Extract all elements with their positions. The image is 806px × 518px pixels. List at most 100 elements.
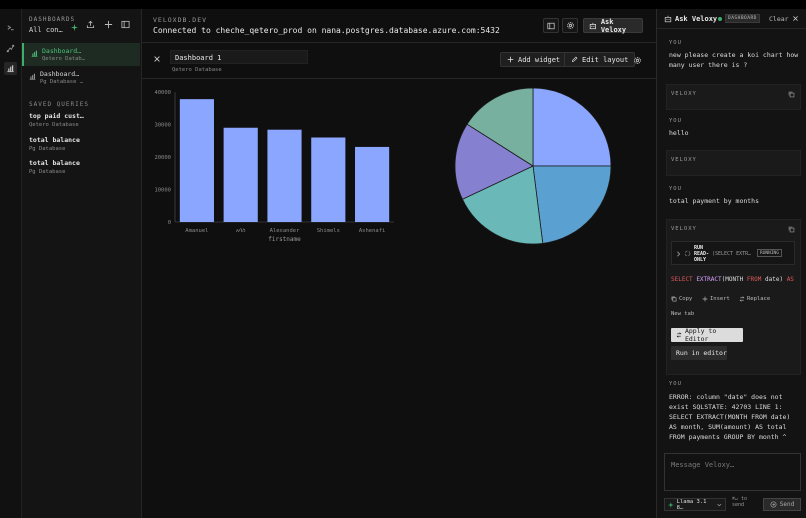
plus-icon (507, 56, 514, 63)
chat-message-user: YOU hello (666, 118, 801, 138)
ask-veloxy-panel: Ask Veloxy DASHBOARD Clear YOU new pleas… (656, 9, 806, 518)
model-select[interactable]: Llama 3.1 8… (664, 498, 726, 511)
dashboard-toolbar: Dashboard 1 Qetero Database Add widget E… (142, 43, 656, 79)
replace-button[interactable]: Replace (739, 296, 770, 302)
dashboard-item[interactable]: Dashboard… Pg Database … (22, 66, 140, 89)
pie-slice[interactable] (532, 87, 612, 167)
message-role: YOU (669, 40, 682, 46)
dashboard-source: Qetero Datab… (42, 56, 86, 62)
y-tick-label: 10000 (154, 188, 171, 194)
dashboard-name: Dashboard… (40, 70, 80, 78)
send-button[interactable]: Send (763, 498, 801, 511)
chat-message-user: YOU total payment by months (666, 186, 801, 206)
apply-label: Apply to Editor (684, 327, 717, 343)
bar[interactable] (267, 129, 302, 222)
run-preview: (SELECT EXTR… (712, 251, 752, 257)
sparkle-icon[interactable] (69, 22, 80, 33)
panel-toggle-button[interactable] (543, 18, 559, 33)
tool-call-card[interactable]: RUN READ-ONLY (SELECT EXTR… RUNNING (671, 241, 795, 265)
sql-function: EXTRACT (696, 276, 722, 283)
model-name: Llama 3.1 8… (676, 498, 707, 511)
swap-icon (739, 296, 745, 302)
message-role: VELOXY (671, 91, 697, 97)
sql-keyword: AS (786, 276, 794, 283)
y-tick-label: 40000 (154, 90, 171, 96)
bar[interactable] (179, 99, 214, 222)
add-widget-button[interactable]: Add widget (500, 52, 568, 67)
saved-query-source: Pg Database (29, 146, 66, 152)
connection-status: Connected to cheche_qetero_prod on nana.… (153, 26, 500, 35)
gear-icon (566, 22, 574, 29)
pie-slice[interactable] (532, 165, 612, 244)
bar-chart[interactable]: 0 10000 20000 30000 40000 Amanuel አባስ Alexander… (142, 84, 407, 254)
x-axis-label: firstname (268, 236, 301, 243)
dashboard-source: Qetero Database (172, 67, 222, 73)
dashboard-item[interactable]: Dashboard… Qetero Datab… (22, 43, 140, 66)
chevron-right-icon[interactable] (676, 251, 681, 257)
message-role: YOU (669, 118, 682, 124)
chat-message-user: YOU new please create a koi chart how ma… (666, 40, 801, 70)
connection-filter[interactable]: All con… (29, 26, 63, 34)
terminal-icon[interactable] (4, 21, 17, 34)
sparkle-icon (668, 501, 674, 508)
activity-rail (0, 9, 22, 518)
message-text: new please create a koi chart how many u… (669, 51, 799, 69)
close-icon[interactable] (792, 15, 799, 22)
ask-veloxy-label: Ask Veloxy (600, 17, 627, 34)
sql-text: (MONTH (721, 276, 744, 283)
x-tick-label: አባስ (236, 228, 246, 234)
chart-icon[interactable] (4, 62, 17, 75)
edit-layout-button[interactable]: Edit layout (564, 52, 636, 67)
add-dashboard-icon[interactable] (103, 19, 114, 30)
send-hint: ⌘↵ to send (732, 496, 747, 508)
copy-button[interactable]: Copy (671, 296, 692, 302)
message-role: YOU (669, 186, 682, 192)
saved-query-item[interactable]: total balance Pg Database (29, 136, 139, 152)
gear-icon[interactable] (633, 56, 642, 65)
clear-button[interactable]: Clear (769, 15, 789, 23)
x-tick-label: Amanuel (185, 228, 208, 234)
copy-icon[interactable] (788, 91, 795, 98)
saved-query-item[interactable]: total balance Pg Database (29, 159, 139, 175)
main-area: VELOXDB.DEV Connected to cheche_qetero_p… (142, 9, 656, 518)
message-input[interactable] (665, 454, 800, 476)
ask-veloxy-button[interactable]: Ask Veloxy (583, 17, 643, 34)
copy-icon (671, 296, 677, 302)
dashboard-name-input[interactable]: Dashboard 1 (170, 50, 308, 64)
bar[interactable] (223, 127, 258, 222)
toggle-sidebar-icon[interactable] (120, 19, 131, 30)
context-badge: DASHBOARD (725, 14, 760, 23)
plus-icon (702, 296, 708, 302)
pie-chart[interactable] (450, 83, 616, 249)
y-tick-label: 30000 (154, 123, 171, 129)
message-composer (664, 453, 801, 491)
sql-text: date) (765, 276, 784, 283)
message-role: YOU (669, 381, 682, 387)
pencil-icon (571, 56, 578, 63)
run-in-editor-button[interactable]: Run in editor (671, 346, 727, 360)
message-role: VELOXY (671, 157, 697, 163)
close-icon[interactable] (153, 55, 161, 63)
layout-icon (547, 22, 555, 29)
send-label: Send (779, 501, 795, 508)
bar[interactable] (311, 137, 346, 223)
bar[interactable] (355, 146, 390, 222)
export-icon[interactable] (85, 19, 96, 30)
run-mode-label: RUN READ-ONLY (694, 245, 710, 263)
sql-keyword: SELECT (671, 276, 693, 283)
apply-to-editor-button[interactable]: Apply to Editor (671, 327, 743, 343)
brand-label: VELOXDB.DEV (153, 16, 208, 24)
insert-button[interactable]: Insert (702, 296, 730, 302)
settings-button[interactable] (562, 18, 578, 33)
saved-query-name: total balance (29, 159, 80, 167)
new-tab-button[interactable]: New tab (671, 311, 694, 317)
chat-message-assistant: VELOXY (666, 84, 801, 110)
saved-query-name: top paid cust… (29, 112, 84, 120)
y-tick-label: 20000 (154, 155, 171, 161)
insert-label: Insert (710, 296, 730, 302)
window-top-strip (0, 0, 806, 9)
graph-icon[interactable] (4, 42, 17, 55)
saved-query-item[interactable]: top paid cust… Qetero Database (29, 112, 139, 128)
copy-icon[interactable] (788, 226, 795, 233)
saved-query-source: Pg Database (29, 169, 66, 175)
